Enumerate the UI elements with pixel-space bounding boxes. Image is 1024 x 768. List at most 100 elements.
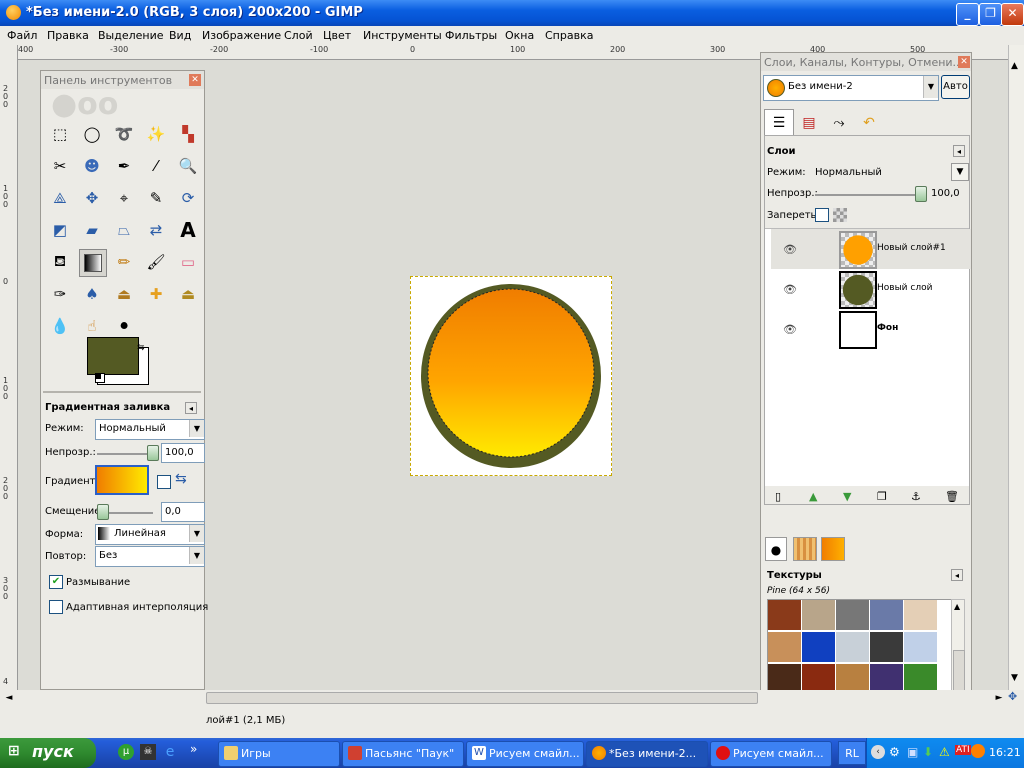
color-picker-icon[interactable]: ⁄ [143, 153, 169, 179]
texture-swatch[interactable] [836, 632, 869, 662]
perspective-icon[interactable]: ⏢ [111, 217, 137, 243]
lock-alpha-checkbox[interactable] [815, 208, 829, 222]
opacity-spinner[interactable]: 100,0 [161, 443, 205, 463]
layer-row[interactable]: 👁 Новый слой [771, 269, 971, 309]
tab-gradients-icon[interactable] [821, 537, 845, 561]
tab-brushes-icon[interactable]: ● [765, 537, 787, 561]
align-icon[interactable]: ⌖ [111, 185, 137, 211]
clone-icon[interactable]: ⏏ [111, 281, 137, 307]
delete-layer-icon[interactable]: 🗑 [945, 490, 959, 503]
scissors-icon[interactable]: ✂ [47, 153, 73, 179]
blend-tool-icon[interactable] [79, 249, 107, 277]
shear-icon[interactable]: ▰ [79, 217, 105, 243]
lasso-icon[interactable]: ➰ [111, 121, 137, 147]
airbrush-icon[interactable]: ✑ [47, 281, 73, 307]
layer-mode-value[interactable]: Нормальный [815, 167, 882, 178]
horizontal-scrollbar-thumb[interactable] [206, 692, 758, 704]
offset-slider-handle[interactable] [97, 504, 109, 520]
navigate-icon[interactable]: ✥ [1008, 690, 1024, 706]
image-select[interactable]: Без имени-2 ▼ [763, 75, 939, 101]
texture-swatch[interactable] [768, 632, 801, 662]
foreground-select-icon[interactable]: ☻ [79, 153, 105, 179]
auto-button[interactable]: Авто [941, 75, 970, 99]
scale-icon[interactable]: ◩ [47, 217, 73, 243]
download-icon[interactable]: ⬇ [923, 745, 933, 759]
gimp-app-icon[interactable] [6, 5, 21, 20]
panel-menu-icon[interactable]: ◂ [951, 569, 963, 581]
menu-file[interactable]: Файл [7, 29, 37, 42]
maximize-button[interactable]: ❐ [979, 3, 1002, 26]
close-button[interactable]: ✕ [1001, 3, 1024, 26]
texture-swatch[interactable] [904, 632, 937, 662]
gradient-preview-button[interactable] [95, 465, 149, 495]
eye-icon[interactable]: 👁 [783, 243, 797, 256]
opacity-slider-handle[interactable] [147, 445, 159, 461]
start-button[interactable]: ⊞ пуск [0, 738, 96, 768]
language-indicator[interactable]: RL [838, 741, 866, 765]
texture-swatch[interactable] [870, 632, 903, 662]
raise-layer-icon[interactable]: ▲ [809, 490, 817, 503]
rect-select-icon[interactable]: ⬚ [47, 121, 73, 147]
menu-windows[interactable]: Окна [505, 29, 534, 42]
scroll-down-icon[interactable]: ▼ [1011, 673, 1018, 683]
ellipse-select-icon[interactable]: ◯ [79, 121, 105, 147]
swap-colors-icon[interactable]: ⇆ [137, 343, 145, 353]
minimize-button[interactable]: _ [956, 3, 979, 26]
more-quicklaunch-icon[interactable]: » [190, 742, 197, 756]
scroll-up-icon[interactable]: ▲ [954, 602, 960, 611]
panel-menu-icon[interactable]: ◂ [953, 145, 965, 157]
task-button[interactable]: Пасьянс "Паук" [342, 741, 464, 767]
select-by-color-icon[interactable]: ▚ [175, 121, 201, 147]
panel-menu-icon[interactable]: ◂ [185, 402, 197, 414]
anchor-layer-icon[interactable]: ⚓ [911, 490, 921, 503]
text-icon[interactable]: A [175, 217, 201, 243]
duplicate-layer-icon[interactable]: ❐ [877, 490, 887, 503]
tray-chevron-icon[interactable]: ‹ [871, 745, 885, 759]
measure-icon[interactable]: ⟁ [47, 185, 73, 211]
menu-filters[interactable]: Фильтры [445, 29, 497, 42]
menu-layer[interactable]: Слой [284, 29, 313, 42]
menu-colors[interactable]: Цвет [323, 29, 351, 42]
eye-icon[interactable]: 👁 [783, 323, 797, 336]
magic-wand-icon[interactable]: ✨ [143, 121, 169, 147]
crop-icon[interactable]: ✎ [143, 185, 169, 211]
adaptive-checkbox[interactable] [49, 600, 63, 614]
tab-layers-icon[interactable]: ☰ [764, 109, 794, 135]
scroll-right-icon[interactable]: ► [990, 690, 1008, 706]
reverse-gradient-checkbox[interactable] [157, 475, 171, 489]
scroll-up-icon[interactable]: ▲ [1011, 61, 1018, 71]
task-button[interactable]: Игры [218, 741, 340, 767]
rotate-icon[interactable]: ⟳ [175, 185, 201, 211]
layer-row[interactable]: 👁 Новый слой#1 [771, 229, 971, 269]
menu-help[interactable]: Справка [545, 29, 593, 42]
blur-icon[interactable]: 💧 [47, 313, 73, 339]
bucket-fill-icon[interactable]: ⛾ [47, 249, 73, 275]
tab-undo-icon[interactable]: ↶ [854, 111, 884, 135]
paintbrush-icon[interactable]: 🖌 [143, 249, 169, 275]
chevron-down-icon[interactable]: ▼ [951, 163, 969, 181]
scroll-left-icon[interactable]: ◄ [0, 690, 18, 706]
smudge-icon[interactable]: ☝ [79, 313, 105, 339]
task-button[interactable]: Рисуем смайл... [710, 741, 832, 767]
tab-patterns-icon[interactable] [793, 537, 817, 561]
perspective-clone-icon[interactable]: ⏏ [175, 281, 201, 307]
new-layer-icon[interactable]: ▯ [775, 490, 781, 503]
menu-select[interactable]: Выделение [98, 29, 164, 42]
quicklaunch-icon[interactable]: ☠ [140, 744, 156, 760]
pencil-icon[interactable]: ✏ [111, 249, 137, 275]
dodge-burn-icon[interactable]: ⚫ [111, 313, 137, 339]
dither-checkbox[interactable]: ✔ [49, 575, 63, 589]
move-icon[interactable]: ✥ [79, 185, 105, 211]
layer-opacity-value[interactable]: 100,0 [931, 188, 960, 199]
texture-swatch[interactable] [802, 632, 835, 662]
ink-icon[interactable]: ♠ [79, 281, 105, 307]
texture-swatch[interactable] [904, 600, 937, 630]
foreground-color-swatch[interactable] [87, 337, 139, 375]
menu-image[interactable]: Изображение [202, 29, 281, 42]
image-canvas[interactable] [410, 276, 612, 476]
layer-row[interactable]: 👁 Фон [771, 309, 971, 349]
task-button[interactable]: W Рисуем смайл... [466, 741, 584, 767]
task-button-active[interactable]: *Без имени-2... [586, 741, 708, 767]
ati-icon[interactable]: ATI [955, 745, 971, 755]
texture-swatch[interactable] [836, 600, 869, 630]
